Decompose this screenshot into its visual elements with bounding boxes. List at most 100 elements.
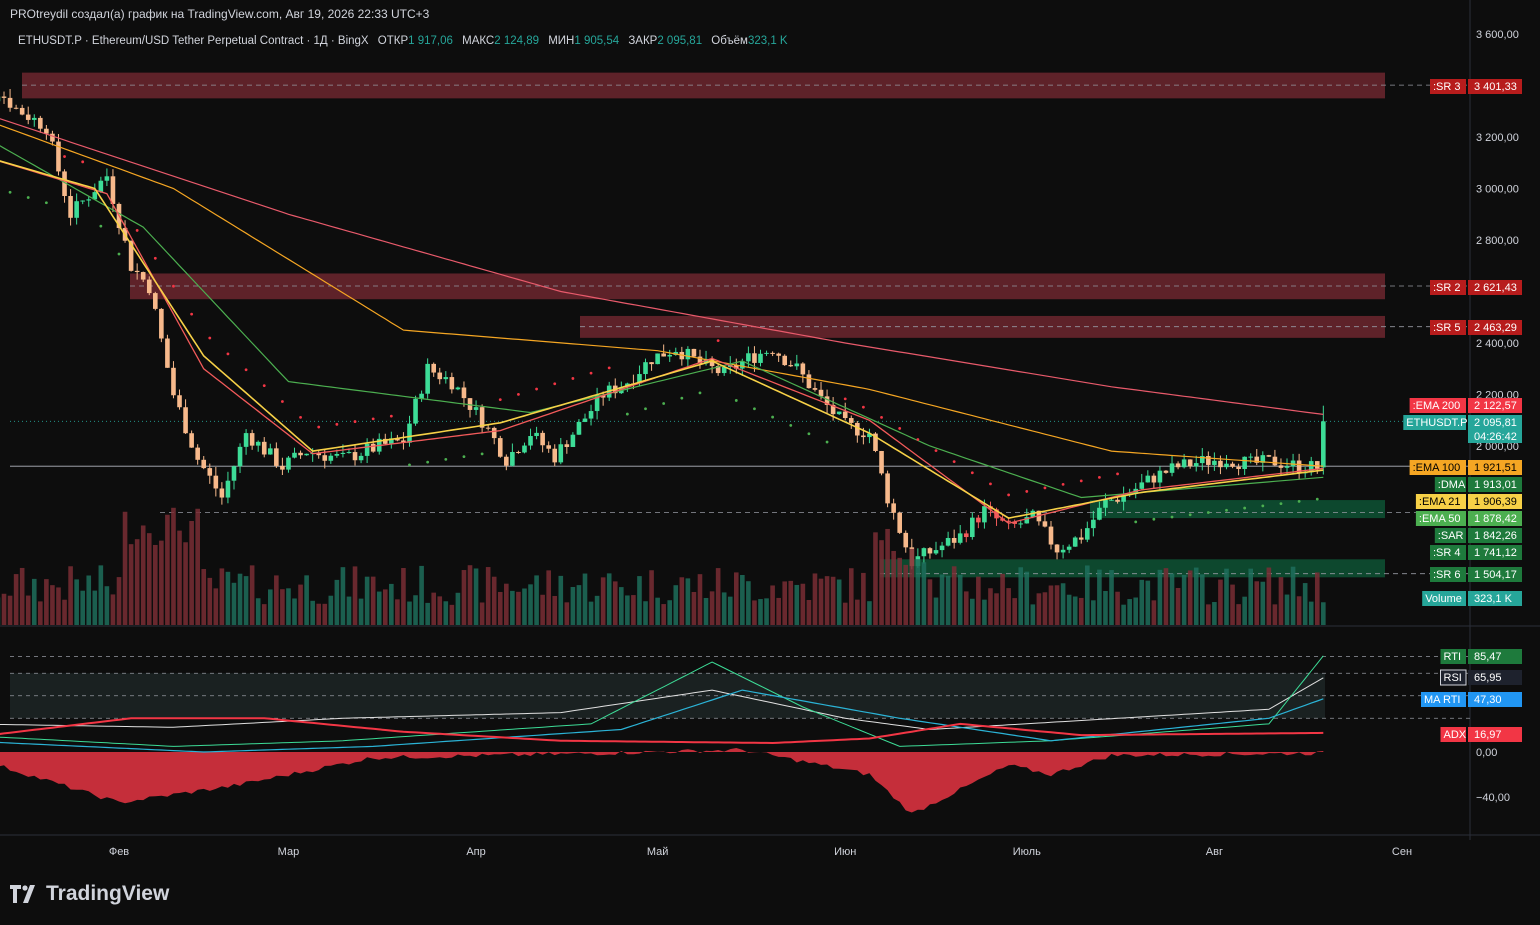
brand-name: TradingView xyxy=(46,882,170,905)
candle-body xyxy=(1042,521,1048,527)
candle-body xyxy=(945,537,951,546)
candle-body xyxy=(1181,459,1187,468)
candle-body xyxy=(1321,421,1326,468)
candle-body xyxy=(510,452,515,466)
candle-body xyxy=(691,348,697,357)
volume-bar xyxy=(909,548,915,625)
volume-bar xyxy=(649,570,654,625)
volume-bar xyxy=(286,588,291,625)
volume-bar xyxy=(806,600,812,625)
candle-body xyxy=(667,354,673,357)
osc-label-name: MA RTI xyxy=(1424,694,1460,706)
candle-body xyxy=(1072,537,1078,547)
sar-dot xyxy=(916,438,920,441)
candle-body xyxy=(255,441,261,446)
volume-bar xyxy=(552,596,558,625)
volume-bar xyxy=(56,587,61,625)
sar-dot xyxy=(26,196,30,199)
sar-dot xyxy=(771,415,775,419)
sar-dot xyxy=(625,412,629,416)
volume-bar xyxy=(473,568,479,625)
volume-bar xyxy=(631,595,636,625)
candle-body xyxy=(1139,482,1145,489)
candle-body xyxy=(1151,475,1157,483)
volume-bar xyxy=(582,573,588,625)
candle-body xyxy=(552,448,558,463)
volume-bar xyxy=(788,580,794,625)
volume-bar xyxy=(425,602,430,625)
candle-body xyxy=(1236,466,1241,469)
osc-label-name: ADX xyxy=(1444,729,1467,741)
candle-body xyxy=(516,452,521,454)
candle-body xyxy=(1103,499,1108,508)
volume-bar xyxy=(437,596,443,625)
candle-body xyxy=(1278,465,1284,468)
brand-block[interactable]: TradingView xyxy=(10,882,169,906)
sr-label-name: :SR 3 xyxy=(1433,81,1461,93)
price-label-name: :SAR xyxy=(1438,530,1464,542)
volume-bar xyxy=(122,511,128,625)
volume-bar xyxy=(237,573,243,625)
candle-body xyxy=(770,352,775,354)
volume-bar xyxy=(794,584,800,625)
volume-bar xyxy=(842,602,848,625)
sar-dot xyxy=(644,407,647,411)
sar-dot xyxy=(553,382,557,386)
sar-dot xyxy=(153,256,157,260)
volume-bar xyxy=(994,593,999,625)
sar-dot xyxy=(63,155,66,158)
volume-bar xyxy=(1097,569,1102,625)
candle-body xyxy=(171,367,176,396)
osc-tick-label: 0,00 xyxy=(1476,747,1497,759)
candle-body xyxy=(842,411,848,419)
candle-body xyxy=(970,517,975,538)
candle-body xyxy=(540,432,545,446)
volume-bar xyxy=(1139,579,1145,625)
volume-bar xyxy=(1091,600,1096,625)
candle-body xyxy=(340,452,346,454)
volume-bar xyxy=(1296,596,1302,625)
candle-body xyxy=(1272,456,1278,466)
osc-label-name: RTI xyxy=(1444,651,1462,663)
volume-bar xyxy=(534,575,539,625)
sar-dot xyxy=(571,377,575,380)
volume-bar xyxy=(1163,568,1169,625)
chart-canvas[interactable]: 3 600,00 3 200,00 3 000,00 2 800,00 2 400,00… xyxy=(0,0,1540,925)
sar-dot xyxy=(589,371,593,375)
candle-body xyxy=(794,363,800,367)
price-label-value: 1 878,42 xyxy=(1474,513,1517,525)
sar-dot xyxy=(389,414,393,418)
time-tick-label: Июн xyxy=(834,846,856,858)
price-tick-label: 2 400,00 xyxy=(1476,338,1519,350)
volume-bar xyxy=(431,592,436,625)
sar-dot xyxy=(607,366,611,370)
osc-tick-label: −40,00 xyxy=(1476,792,1510,804)
candle-body xyxy=(225,480,231,498)
candle-body xyxy=(134,270,140,273)
volume-bar xyxy=(1060,583,1066,625)
volume-bar xyxy=(1321,602,1326,625)
candle-body xyxy=(7,97,13,108)
volume-bar xyxy=(963,591,969,625)
price-label-value: 2 122,57 xyxy=(1474,400,1517,412)
volume-bar xyxy=(667,600,673,625)
volume-bar xyxy=(165,514,170,625)
volume-bar xyxy=(183,542,188,625)
candle-body xyxy=(437,372,443,380)
sr-label-value: 1 504,17 xyxy=(1474,569,1517,581)
candle-body xyxy=(31,117,37,120)
volume-bar xyxy=(261,604,267,625)
candle-body xyxy=(752,353,757,363)
candle-body xyxy=(921,548,927,557)
volume-bar xyxy=(1018,567,1024,625)
sar-dot xyxy=(1297,499,1301,503)
candle-body xyxy=(358,455,364,461)
volume-bar xyxy=(1224,568,1229,625)
volume-bar xyxy=(522,588,527,625)
volume-bar xyxy=(479,602,485,625)
candle-body xyxy=(159,308,164,339)
candle-body xyxy=(249,433,255,446)
volume-bar xyxy=(1230,584,1235,625)
volume-bar xyxy=(836,579,842,625)
volume-bar xyxy=(419,565,424,625)
